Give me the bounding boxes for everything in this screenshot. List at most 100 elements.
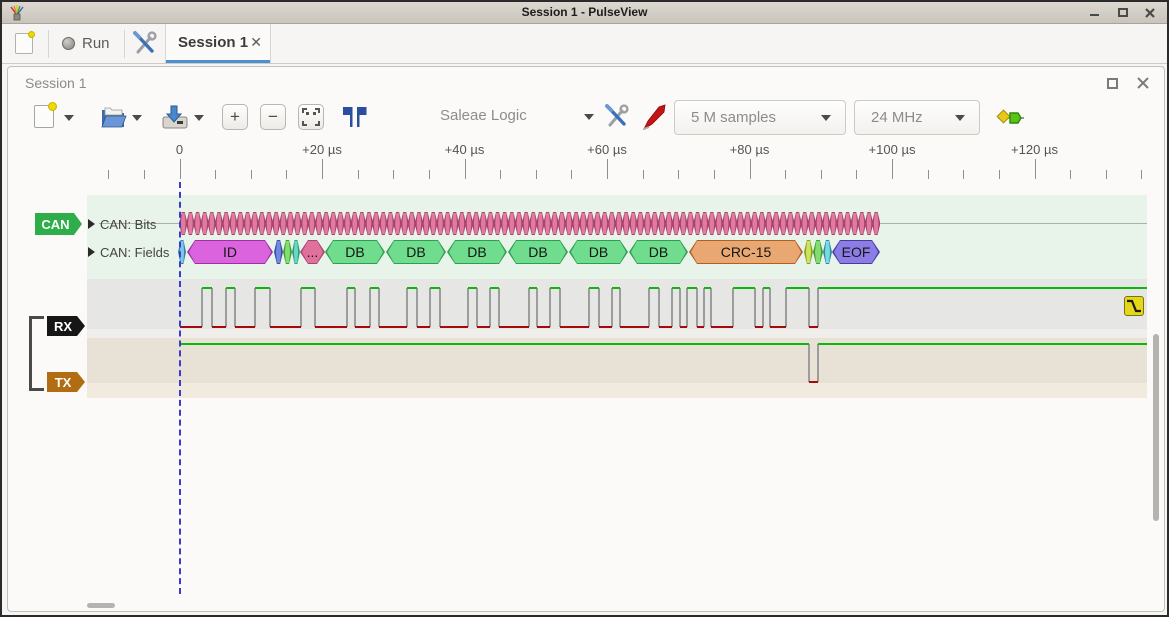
ruler-minor-tick [536, 170, 537, 179]
zoom-in-button[interactable]: + [222, 104, 248, 130]
session-new-button[interactable] [30, 102, 60, 132]
can-bit-annotation-label [209, 213, 216, 234]
can-field-annotation-db-label: DB [448, 241, 506, 263]
can-bit-annotation-label [816, 213, 823, 234]
channel-group-bracket-top [29, 316, 44, 319]
can-bit-annotation-label [680, 213, 687, 234]
can-bit-annotation-label [223, 213, 230, 234]
can-bit-annotation-label [651, 213, 658, 234]
tab-close-icon[interactable]: ✕ [250, 34, 262, 51]
close-button[interactable] [1141, 2, 1161, 24]
channels-button[interactable] [640, 103, 668, 131]
can-bit-annotation-label [694, 213, 701, 234]
ruler-minor-tick [714, 170, 715, 179]
can-bit-annotation-label [666, 213, 673, 234]
decoder-band [87, 195, 1147, 279]
open-icon [98, 102, 128, 132]
can-bit-annotation-label [830, 213, 837, 234]
can-bit-annotation-label [301, 213, 308, 234]
can-field-annotation-db[interactable]: DB [386, 240, 446, 264]
subwindow-restore-button[interactable] [1107, 78, 1118, 89]
settings-button[interactable] [132, 30, 160, 58]
can-bit-annotation-label [266, 213, 273, 234]
can-field-annotation-db-label: DB [387, 241, 445, 263]
can-bit-annotation-label [430, 213, 437, 234]
rx-band-lower [87, 329, 1147, 338]
signal-tag-tx[interactable]: TX [47, 372, 85, 392]
tx-band [87, 338, 1147, 383]
decoder-row-label-bits[interactable]: CAN: Bits [100, 217, 156, 232]
configure-device-button[interactable] [604, 103, 632, 131]
time-cursor[interactable] [179, 182, 181, 594]
sample-count-select[interactable]: 5 M samples [674, 100, 846, 135]
trigger-marker[interactable] [1124, 296, 1144, 316]
decoder-tag-can[interactable]: CAN [35, 213, 82, 235]
ruler-major-tick [322, 159, 323, 179]
can-bit-annotation-label [544, 213, 551, 234]
ruler-label: +120 µs [1011, 142, 1058, 157]
add-decoder-button[interactable] [996, 107, 1026, 129]
can-field-annotation-eof[interactable]: EOF [832, 240, 880, 264]
can-field-annotation-label [824, 241, 831, 263]
channel-group-bracket-bottom [29, 388, 44, 391]
save-dropdown-arrow[interactable] [194, 115, 204, 121]
can-field-annotation-label [805, 241, 812, 263]
run-button[interactable]: Run [58, 31, 118, 57]
can-field-annotation-id[interactable]: ID [187, 240, 273, 264]
device-select[interactable]: Saleae Logic [432, 102, 602, 132]
can-field-annotation-db[interactable]: DB [629, 240, 688, 264]
minimize-button[interactable] [1085, 2, 1105, 24]
sample-rate-select[interactable]: 24 MHz [854, 100, 980, 135]
falling-edge-icon [1125, 297, 1143, 315]
vertical-scrollbar[interactable] [1153, 334, 1159, 521]
can-bit-annotation-label [809, 213, 816, 234]
open-dropdown-arrow[interactable] [132, 115, 142, 121]
subwindow-title: Session 1 [25, 75, 86, 91]
can-bit-annotation-label [766, 213, 773, 234]
can-field-annotation-crc15-label: CRC-15 [690, 241, 802, 263]
can-bit-annotation-label [387, 213, 394, 234]
new-session-icon [34, 105, 54, 128]
ruler-minor-tick [251, 170, 252, 179]
can-bit-annotation-label [330, 213, 337, 234]
can-bit-annotation-label [309, 213, 316, 234]
ruler-major-tick [465, 159, 466, 179]
tx-band-lower [87, 383, 1147, 398]
can-bit-annotation-label [373, 213, 380, 234]
new-session-button[interactable] [12, 31, 38, 57]
subwindow-close-button[interactable] [1136, 76, 1150, 90]
can-bit-annotation-label [416, 213, 423, 234]
can-field-annotation-db[interactable]: DB [508, 240, 568, 264]
can-bit-annotation-label [230, 213, 237, 234]
signal-tag-rx[interactable]: RX [47, 316, 85, 336]
open-button[interactable] [98, 102, 128, 132]
show-cursors-button[interactable] [342, 105, 368, 129]
zoom-fit-button[interactable] [298, 104, 324, 130]
fields-expander-icon[interactable] [88, 247, 95, 257]
can-bit-annotation-label [359, 213, 366, 234]
decoder-row-label-fields[interactable]: CAN: Fields [100, 245, 169, 260]
can-field-annotation-db[interactable]: DB [325, 240, 385, 264]
can-bit-annotation-label [580, 213, 587, 234]
cursors-icon [342, 105, 368, 129]
new-dropdown-arrow[interactable] [64, 115, 74, 121]
title-bar[interactable]: Session 1 - PulseView [2, 2, 1167, 24]
ruler-major-tick [180, 159, 181, 179]
maximize-button[interactable] [1113, 2, 1133, 24]
horizontal-scrollbar[interactable] [87, 603, 115, 608]
sample-count-value: 5 M samples [691, 109, 776, 126]
ruler-label: 0 [176, 142, 183, 157]
ruler-minor-tick [429, 170, 430, 179]
tab-session-1[interactable]: Session 1 ✕ [165, 24, 271, 63]
can-bit-annotation-label [401, 213, 408, 234]
ruler-minor-tick [108, 170, 109, 179]
save-button[interactable] [160, 102, 190, 132]
channel-group-bracket[interactable] [29, 316, 32, 391]
can-field-annotation-db[interactable]: DB [569, 240, 628, 264]
can-bit-annotation-label [601, 213, 608, 234]
can-field-annotation-crc15[interactable]: CRC-15 [689, 240, 803, 264]
bits-expander-icon[interactable] [88, 219, 95, 229]
can-field-annotation-db[interactable]: DB [447, 240, 507, 264]
can-bit-annotation-label [437, 213, 444, 234]
zoom-out-button[interactable]: − [260, 104, 286, 130]
